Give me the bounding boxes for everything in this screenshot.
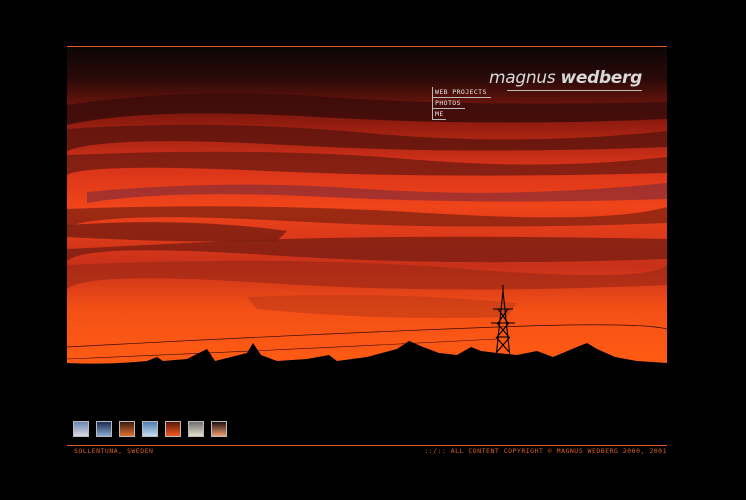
logo-underline bbox=[507, 90, 642, 91]
photo-thumbnail[interactable] bbox=[142, 421, 158, 437]
photo-thumbnail[interactable] bbox=[73, 421, 89, 437]
photo-thumbnail[interactable] bbox=[188, 421, 204, 437]
copyright-notice: ALL CONTENT COPYRIGHT © MAGNUS WEDBERG 2… bbox=[450, 447, 667, 455]
site-logo[interactable]: magnus wedberg bbox=[489, 68, 642, 88]
nav-me[interactable]: ME bbox=[432, 109, 446, 120]
copyright-prefix: ::/:: bbox=[424, 447, 447, 455]
location-text: SOLLENTUNA, SWEDEN bbox=[74, 447, 154, 455]
copyright-text: ::/:: ALL CONTENT COPYRIGHT © MAGNUS WED… bbox=[424, 446, 667, 456]
main-nav: WEB PROJECTS PHOTOS ME bbox=[432, 87, 492, 120]
photo-thumbnail[interactable] bbox=[211, 421, 227, 437]
sunset-photo-graphic bbox=[67, 47, 667, 445]
nav-photos[interactable]: PHOTOS bbox=[432, 98, 465, 109]
photo-thumbnail[interactable] bbox=[165, 421, 181, 437]
nav-web-projects[interactable]: WEB PROJECTS bbox=[432, 87, 491, 98]
logo-first-name: magnus bbox=[488, 68, 556, 88]
logo-last-name: wedberg bbox=[560, 68, 642, 88]
sunset-photo bbox=[67, 47, 667, 445]
photo-thumbnail[interactable] bbox=[96, 421, 112, 437]
photo-thumbnail[interactable] bbox=[119, 421, 135, 437]
page-frame: magnus wedberg WEB PROJECTS PHOTOS ME SO… bbox=[67, 46, 667, 455]
